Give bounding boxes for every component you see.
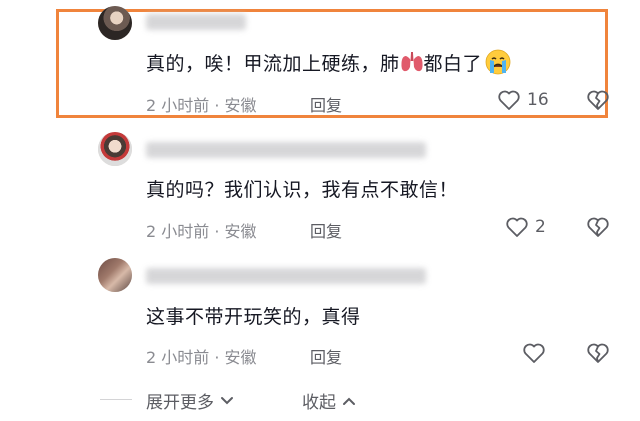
- comment-text: 真的吗？我们认识，我有点不敢信！: [146, 179, 459, 201]
- like-count: 16: [527, 90, 549, 110]
- heart-icon: [505, 216, 529, 238]
- expand-more-button[interactable]: 展开更多: [146, 388, 234, 413]
- comment-time-location: 2 小时前 · 安徽: [146, 96, 257, 115]
- collapse-label: 收起: [302, 393, 336, 413]
- comment-text-part: 真的，唉！甲流加上硬练，肺: [146, 53, 400, 75]
- divider: [100, 399, 132, 400]
- collapse-button[interactable]: 收起: [302, 388, 356, 413]
- dislike-icon[interactable]: [586, 216, 610, 238]
- lungs-emoji-icon: [400, 51, 424, 78]
- like-button[interactable]: 2: [505, 216, 546, 238]
- username-blurred[interactable]: [146, 142, 426, 158]
- reply-button[interactable]: 回复: [310, 344, 342, 368]
- dislike-icon[interactable]: [586, 89, 610, 111]
- comment-text-part: 都白了: [423, 53, 483, 75]
- dislike-icon[interactable]: [586, 342, 610, 364]
- like-count: 2: [535, 217, 546, 237]
- username-blurred[interactable]: [146, 14, 246, 30]
- comment-time-location: 2 小时前 · 安徽: [146, 348, 257, 367]
- expand-more-label: 展开更多: [146, 393, 214, 413]
- comment-text: 这事不带开玩笑的，真得: [146, 306, 361, 328]
- avatar[interactable]: [98, 258, 132, 292]
- comment-footer: 展开更多 收起: [0, 386, 640, 414]
- like-button[interactable]: 16: [497, 89, 549, 111]
- chevron-up-icon: [342, 391, 356, 411]
- heart-icon: [522, 342, 546, 364]
- like-button[interactable]: [522, 342, 552, 364]
- chevron-down-icon: [220, 391, 234, 411]
- heart-icon: [497, 89, 521, 111]
- reply-button[interactable]: 回复: [310, 92, 342, 116]
- reply-button[interactable]: 回复: [310, 218, 342, 242]
- avatar[interactable]: [98, 6, 132, 40]
- comment-time-location: 2 小时前 · 安徽: [146, 222, 257, 241]
- comment-text: 真的，唉！甲流加上硬练，肺 都白了: [146, 49, 511, 80]
- crying-face-emoji-icon: [485, 49, 511, 80]
- username-blurred[interactable]: [146, 268, 426, 284]
- avatar[interactable]: [98, 132, 132, 166]
